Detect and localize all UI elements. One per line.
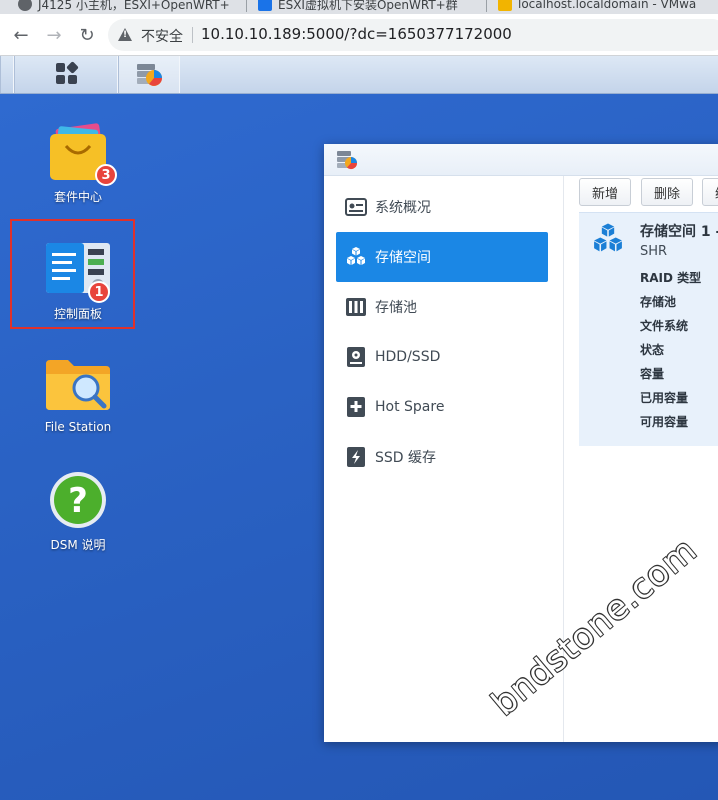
volume-type: SHR: [640, 244, 668, 259]
desktop-icon-label: 套件中心: [53, 190, 102, 204]
main-menu-grid-icon: [56, 61, 79, 85]
sidebar-item-volume[interactable]: 存储空间: [336, 232, 548, 282]
volume-card[interactable]: 存储空间 1 - SHR RAID 类型 存储池 文件系统 状态 容量 已用容量…: [579, 212, 718, 446]
sidebar-item-label: 存储空间: [375, 250, 431, 266]
desktop-icon-file-station[interactable]: File Station: [28, 356, 128, 436]
url-omnibox[interactable]: 不安全 10.10.10.189:5000/?dc=1650377172000: [108, 19, 718, 51]
main-menu-button[interactable]: [14, 56, 118, 93]
dsm-taskbar: [0, 56, 718, 94]
volume-title: 存储空间 1 -: [640, 224, 718, 240]
volume-field-available: 可用容量: [640, 415, 689, 429]
desktop-icon-label: DSM 说明: [50, 538, 106, 552]
tab-title: ESXI虚拟机下安装OpenWRT+群: [278, 0, 458, 12]
taskbar-storage-manager-button[interactable]: [118, 56, 180, 93]
desktop-icon-label: File Station: [44, 420, 112, 434]
volume-field-used: 已用容量: [640, 391, 689, 405]
window-header[interactable]: [324, 144, 718, 176]
create-button[interactable]: 新增: [579, 178, 632, 206]
taskbar-edge: [0, 56, 14, 93]
volume-cubes-icon: [594, 223, 622, 252]
tab-title: localhost.localdomain - VMwa: [518, 0, 697, 11]
browser-tab-2[interactable]: ESXI虚拟机下安装OpenWRT+群: [258, 0, 480, 14]
delete-button[interactable]: 删除: [641, 178, 694, 206]
package-center-badge: 3: [95, 164, 117, 186]
volume-field-capacity: 容量: [640, 367, 665, 381]
sidebar-item-label: Hot Spare: [375, 399, 445, 415]
storage-pool-icon: [345, 296, 367, 318]
globe-icon: [18, 0, 32, 11]
volume-field-storage-pool: 存储池: [640, 295, 677, 309]
sidebar-item-label: 存储池: [375, 300, 417, 316]
storage-manager-icon: [137, 64, 162, 86]
sidebar-item-label: SSD 缓存: [375, 450, 437, 466]
red-highlight-box: [10, 219, 135, 329]
svg-text:?: ?: [68, 481, 88, 521]
storage-manager-window[interactable]: 系统概况 存储空间 存储池 HDD/SSD Hot Spare SSD 缓存 新…: [324, 144, 718, 742]
sidebar-item-label: 系统概况: [375, 200, 431, 216]
security-label[interactable]: 不安全: [141, 26, 183, 46]
volume-cubes-icon: [345, 246, 367, 268]
forward-button[interactable]: →: [43, 24, 65, 46]
volume-field-raid-type: RAID 类型: [640, 271, 702, 285]
disk-icon: [345, 346, 367, 368]
ssd-cache-icon: [345, 446, 367, 468]
forward-arrow-icon: →: [46, 24, 62, 46]
address-bar: ← → ↻ 不安全 10.10.10.189:5000/?dc=16503771…: [0, 14, 718, 56]
desktop-icon-dsm-help[interactable]: ? DSM 说明: [28, 470, 128, 552]
dsm-desktop: 3 套件中心 1 控制面板 File Station ? DSM 说明 系统概况…: [0, 94, 718, 800]
desktop-icon-package-center[interactable]: 3 套件中心: [28, 120, 128, 204]
browser-tab-1[interactable]: J4125 小主机，ESXI+OpenWRT+: [18, 0, 240, 14]
sidebar-item-hdd-ssd[interactable]: HDD/SSD: [336, 332, 548, 382]
browser-tab-3[interactable]: localhost.localdomain - VMwa: [498, 0, 718, 14]
sidebar-item-ssd-cache[interactable]: SSD 缓存: [336, 432, 548, 482]
storage-manager-icon: [337, 151, 358, 170]
reload-icon: ↻: [79, 24, 95, 46]
site-icon: [258, 0, 272, 11]
back-arrow-icon: ←: [13, 24, 29, 46]
hot-spare-icon: [345, 396, 367, 418]
volume-field-status: 状态: [640, 343, 665, 357]
browser-tabstrip: J4125 小主机，ESXI+OpenWRT+ ESXI虚拟机下安装OpenWR…: [0, 0, 718, 14]
folder-search-icon: [46, 360, 110, 410]
warning-icon[interactable]: [118, 28, 132, 41]
back-button[interactable]: ←: [10, 24, 32, 46]
reload-button[interactable]: ↻: [76, 24, 98, 46]
vmware-icon: [498, 0, 512, 11]
more-button[interactable]: 编: [702, 178, 718, 206]
sidebar-item-storage-pool[interactable]: 存储池: [336, 282, 548, 332]
url-text[interactable]: 10.10.10.189:5000/?dc=1650377172000: [201, 25, 512, 43]
sidebar-item-label: HDD/SSD: [375, 349, 441, 365]
volume-field-filesystem: 文件系统: [640, 319, 689, 333]
tab-title: J4125 小主机，ESXI+OpenWRT+: [38, 0, 230, 12]
help-icon: ?: [50, 472, 106, 528]
sidebar-item-hot-spare[interactable]: Hot Spare: [336, 382, 548, 432]
overview-icon: [345, 196, 367, 218]
sidebar-item-overview[interactable]: 系统概况: [336, 182, 548, 232]
